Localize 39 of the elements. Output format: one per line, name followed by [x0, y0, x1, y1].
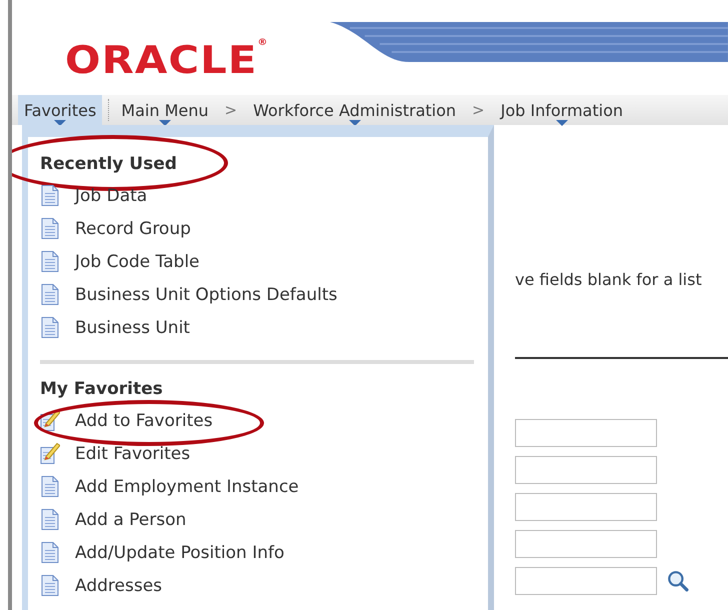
search-icon[interactable] [667, 570, 689, 592]
document-icon [40, 541, 60, 564]
menu-item[interactable]: Add to Favorites [75, 410, 213, 430]
menu-item[interactable]: Business Unit Options Defaults [75, 284, 338, 304]
breadcrumb-separator: > [224, 101, 238, 119]
menu-item[interactable]: Job Data [75, 186, 148, 206]
input-field[interactable] [515, 456, 657, 484]
nav-menu-item[interactable]: Main Menu [115, 95, 214, 125]
menu-item[interactable]: Add/Update Position Info [75, 542, 284, 562]
input-field[interactable] [515, 493, 657, 521]
document-icon [40, 508, 60, 531]
oracle-logo: ORACLE$^{®}$ [65, 38, 269, 76]
document-icon [40, 574, 60, 597]
menu-item[interactable]: Edit Favorites [75, 444, 190, 464]
nav-menu-item[interactable]: Job Information [494, 95, 629, 125]
menu-item[interactable]: Addresses [75, 576, 162, 596]
nav-menu-item[interactable]: Workforce Administration [247, 95, 462, 125]
document-icon [40, 184, 60, 207]
document-icon [40, 283, 60, 306]
pencil-document-icon [40, 409, 60, 432]
nav-menu-item[interactable]: Favorites [18, 95, 102, 125]
pencil-document-icon [40, 442, 60, 465]
instruction-text: ve fields blank for a list [515, 270, 702, 289]
menu-item[interactable]: Add Employment Instance [75, 476, 299, 496]
menu-item[interactable]: Job Code Table [75, 252, 200, 272]
input-field[interactable] [515, 567, 657, 595]
caret-icon [556, 120, 568, 126]
document-icon [40, 217, 60, 240]
document-icon [40, 250, 60, 273]
menu-item[interactable]: Record Group [75, 218, 191, 238]
menu-item[interactable]: Add a Person [75, 510, 186, 530]
input-field[interactable] [515, 530, 657, 558]
section-heading: Recently Used [40, 154, 177, 174]
section-heading: My Favorites [40, 379, 163, 399]
menu-item[interactable]: Business Unit [75, 318, 190, 338]
document-icon [40, 316, 60, 339]
input-field[interactable] [515, 419, 657, 447]
breadcrumb-separator: > [472, 101, 485, 119]
document-icon [40, 475, 60, 498]
